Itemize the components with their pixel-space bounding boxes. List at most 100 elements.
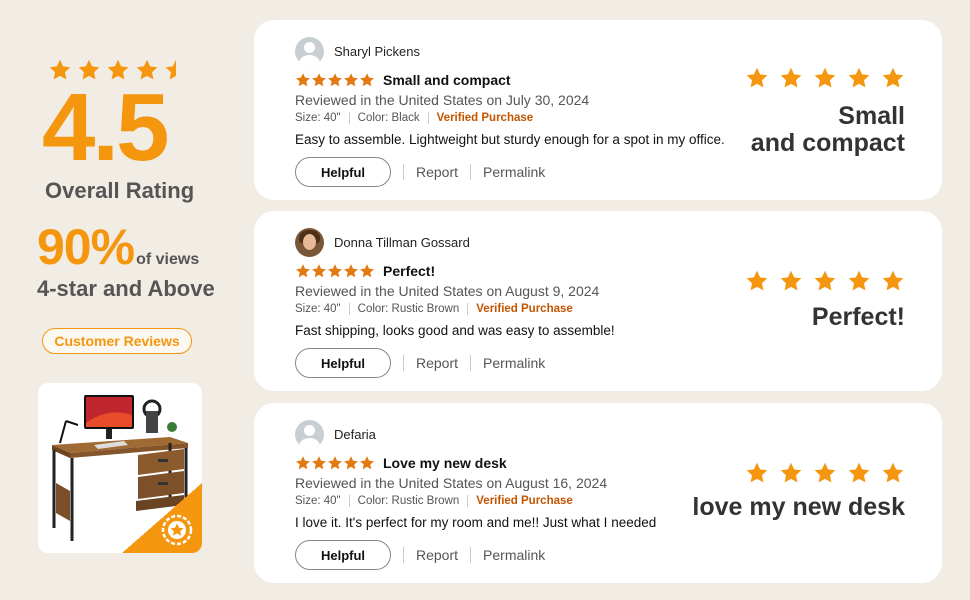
percent-label: 4-star and Above <box>37 276 215 301</box>
star-icon <box>343 455 359 471</box>
divider <box>403 547 404 563</box>
divider <box>427 112 429 124</box>
default-avatar-icon <box>295 36 324 66</box>
verified-purchase-badge: Verified Purchase <box>476 303 573 315</box>
star-icon <box>779 66 803 90</box>
overall-rating-label: Overall Rating <box>45 178 195 203</box>
award-badge-icon <box>161 514 193 546</box>
helpful-button[interactable]: Helpful <box>295 348 391 378</box>
divider <box>467 495 469 507</box>
divider <box>403 355 404 371</box>
review-star-rating <box>295 455 375 471</box>
report-link[interactable]: Report <box>416 547 458 563</box>
star-icon <box>295 455 311 471</box>
helpful-button[interactable]: Helpful <box>295 540 391 570</box>
percent-suffix: of views <box>136 251 200 268</box>
review-star-rating <box>295 72 375 88</box>
reviewer-name[interactable]: Donna Tillman Gossard <box>334 235 470 250</box>
review-actions: Helpful Report Permalink <box>295 348 745 378</box>
reviewer-row: Defaria <box>295 419 745 449</box>
star-icon <box>359 455 375 471</box>
review-actions: Helpful Report Permalink <box>295 540 745 570</box>
verified-purchase-badge: Verified Purchase <box>476 495 573 507</box>
highlight-stars <box>675 66 905 90</box>
reviewer-row: Donna Tillman Gossard <box>295 227 745 257</box>
size-label: Size: 40" <box>295 112 341 124</box>
divider <box>348 303 350 315</box>
divider <box>403 164 404 180</box>
star-icon <box>779 269 803 293</box>
permalink-link[interactable]: Permalink <box>483 547 545 563</box>
star-icon <box>881 269 905 293</box>
star-icon <box>327 455 343 471</box>
star-icon <box>847 461 871 485</box>
star-icon <box>813 461 837 485</box>
star-icon <box>311 72 327 88</box>
highlight-headline: love my new desk <box>692 493 905 521</box>
review-card: Sharyl Pickens Small and compact Reviewe… <box>254 20 942 200</box>
photo-avatar <box>295 227 324 257</box>
review-card: Donna Tillman Gossard Perfect! Reviewed … <box>254 211 942 391</box>
star-icon <box>779 461 803 485</box>
star-icon <box>295 263 311 279</box>
review-title[interactable]: Perfect! <box>383 263 435 279</box>
size-label: Size: 40" <box>295 495 341 507</box>
product-image <box>38 383 202 553</box>
review-actions: Helpful Report Permalink <box>295 157 745 187</box>
rating-summary: 4.5 Overall Rating 90% of views 4-star a… <box>0 0 240 600</box>
reviewer-name[interactable]: Sharyl Pickens <box>334 44 420 59</box>
review-highlight: love my new desk <box>645 461 905 520</box>
star-icon <box>343 263 359 279</box>
star-icon <box>881 66 905 90</box>
divider <box>470 547 472 563</box>
highlight-stars <box>645 461 905 485</box>
highlight-headline: Perfect! <box>811 303 905 331</box>
star-icon <box>327 263 343 279</box>
star-icon <box>745 269 769 293</box>
customer-reviews-pill[interactable]: Customer Reviews <box>42 328 192 354</box>
default-avatar-icon <box>295 419 324 449</box>
star-icon <box>847 66 871 90</box>
highlight-headline-line2: and compact <box>750 129 905 157</box>
star-icon <box>881 461 905 485</box>
divider <box>348 495 350 507</box>
star-icon <box>327 72 343 88</box>
review-title[interactable]: Love my new desk <box>383 455 507 471</box>
permalink-link[interactable]: Permalink <box>483 355 545 371</box>
star-icon <box>311 455 327 471</box>
color-label: Color: Rustic Brown <box>357 303 460 315</box>
report-link[interactable]: Report <box>416 164 458 180</box>
percent-row: 90% of views <box>37 218 199 276</box>
review-card: Defaria Love my new desk Reviewed in the… <box>254 403 942 583</box>
divider <box>348 112 350 124</box>
star-icon <box>311 263 327 279</box>
star-icon <box>359 263 375 279</box>
divider <box>470 164 472 180</box>
highlight-headline-line1: Small <box>838 102 905 130</box>
size-label: Size: 40" <box>295 303 341 315</box>
verified-purchase-badge: Verified Purchase <box>436 112 534 124</box>
color-label: Color: Black <box>357 112 420 124</box>
reviewer-row: Sharyl Pickens <box>295 36 745 66</box>
star-icon <box>813 66 837 90</box>
highlight-stars <box>675 269 905 293</box>
review-star-rating <box>295 263 375 279</box>
divider <box>470 355 472 371</box>
helpful-button[interactable]: Helpful <box>295 157 391 187</box>
percent-value: 90% <box>37 219 135 275</box>
star-icon <box>359 72 375 88</box>
review-highlight: Small and compact <box>675 66 905 156</box>
reviewer-name[interactable]: Defaria <box>334 427 376 442</box>
overall-score: 4.5 <box>42 74 169 181</box>
review-highlight: Perfect! <box>675 269 905 330</box>
color-label: Color: Rustic Brown <box>357 495 460 507</box>
permalink-link[interactable]: Permalink <box>483 164 545 180</box>
report-link[interactable]: Report <box>416 355 458 371</box>
star-icon <box>847 269 871 293</box>
star-icon <box>813 269 837 293</box>
star-icon <box>745 461 769 485</box>
review-title[interactable]: Small and compact <box>383 72 511 88</box>
star-icon <box>295 72 311 88</box>
star-icon <box>343 72 359 88</box>
half-star-icon <box>164 58 188 82</box>
